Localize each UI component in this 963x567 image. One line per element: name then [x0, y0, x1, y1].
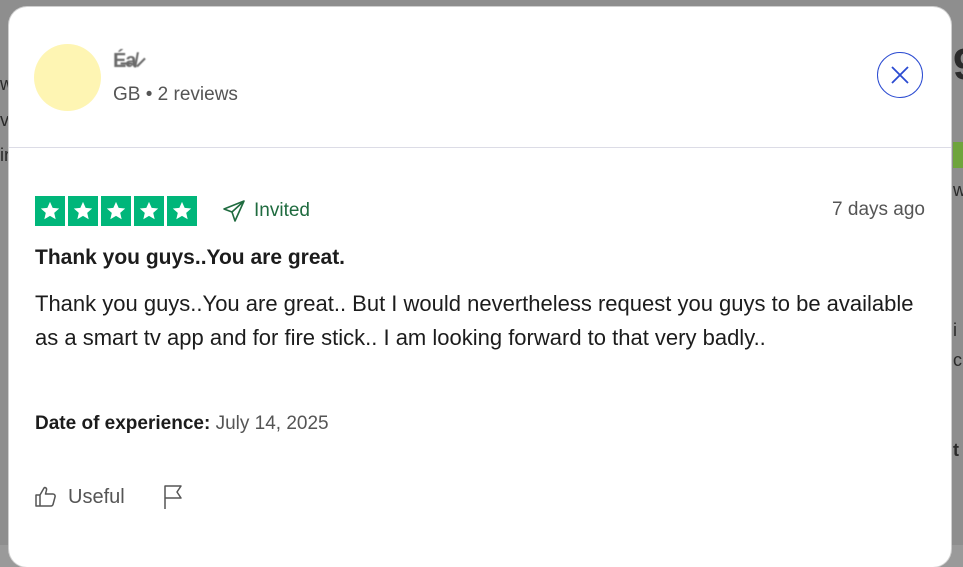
star-icon — [167, 196, 197, 226]
background-text-fragment: 9 — [953, 40, 963, 90]
background-text-fragment: c — [953, 350, 962, 370]
invited-badge: Invited — [222, 199, 310, 223]
review-date: 7 days ago — [832, 199, 925, 220]
background-text-fragment: t — [953, 440, 959, 460]
reviewer-name: É̶a̸ ̷ — [113, 50, 141, 72]
review-title: Thank you guys..You are great. — [35, 246, 346, 269]
background-text-fragment: w — [953, 180, 963, 200]
reviewer-meta: GB • 2 reviews — [113, 84, 238, 105]
star-icon — [68, 196, 98, 226]
review-modal: É̶a̸ ̷ GB • 2 reviews Invited 7 days ag… — [9, 7, 951, 567]
invited-label: Invited — [254, 200, 310, 221]
useful-button[interactable]: Useful — [34, 485, 125, 509]
useful-label: Useful — [68, 485, 125, 508]
send-icon — [223, 200, 245, 222]
avatar — [34, 44, 101, 111]
star-icon — [35, 196, 65, 226]
close-button[interactable] — [877, 52, 923, 98]
flag-icon — [163, 485, 182, 509]
star-rating — [35, 196, 197, 226]
background-text-fragment: i — [953, 320, 957, 340]
background-text-fragment: v — [0, 110, 9, 130]
experience-label: Date of experience: — [35, 413, 211, 434]
report-button[interactable] — [161, 484, 185, 510]
review-actions: Useful — [34, 484, 185, 510]
star-icon — [101, 196, 131, 226]
reviewer-header: É̶a̸ ̷ GB • 2 reviews — [9, 7, 951, 148]
date-of-experience: Date of experience: July 14, 2025 — [35, 413, 329, 435]
experience-date: July 14, 2025 — [215, 413, 329, 434]
background-bar — [953, 142, 963, 168]
thumbs-up-icon — [35, 486, 56, 507]
close-icon — [891, 66, 909, 84]
review-body: Thank you guys..You are great.. But I wo… — [35, 291, 914, 350]
star-icon — [134, 196, 164, 226]
